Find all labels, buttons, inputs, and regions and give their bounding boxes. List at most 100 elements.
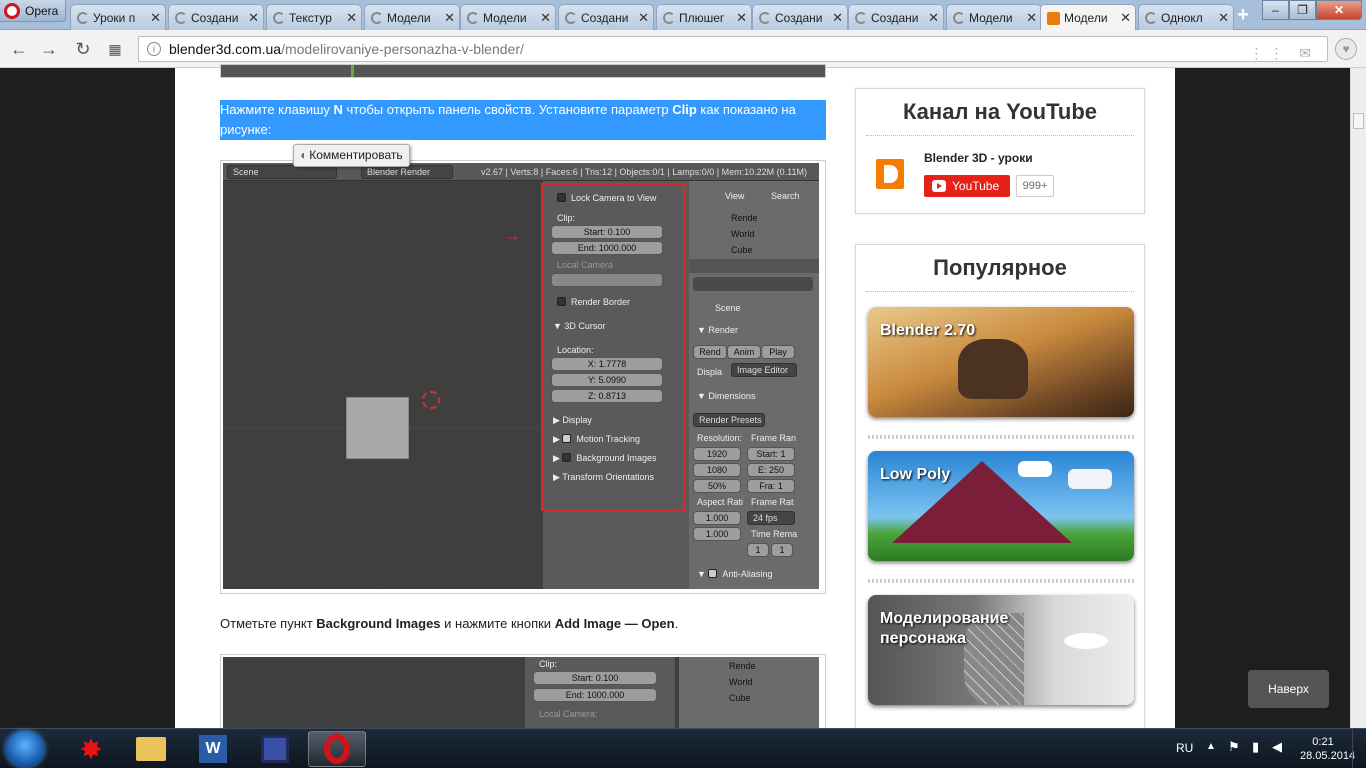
back-icon[interactable]: ← bbox=[8, 38, 30, 60]
tab-label: Модели bbox=[387, 10, 431, 25]
network-icon[interactable]: ▮ bbox=[1252, 739, 1259, 755]
3d-viewport bbox=[223, 181, 543, 589]
tab-label: Создани bbox=[871, 10, 919, 25]
y-axis-line-2 bbox=[343, 657, 344, 733]
tab-close-icon[interactable]: ✕ bbox=[346, 10, 357, 26]
para1-text-a: Нажмите клавишу bbox=[220, 102, 334, 117]
action-center-icon[interactable]: ⚑ bbox=[1228, 739, 1240, 755]
opera-menu-label: Opera bbox=[25, 3, 59, 18]
browser-tab[interactable]: Создани ✕ bbox=[558, 4, 654, 30]
youtube-subscribe-button[interactable]: YouTube bbox=[924, 175, 1010, 197]
time-remap-new: 1 bbox=[771, 543, 793, 557]
browser-tab[interactable]: Модели ✕ bbox=[1040, 4, 1136, 31]
tab-close-icon[interactable]: ✕ bbox=[832, 10, 843, 26]
maximize-button[interactable]: ❐ bbox=[1289, 0, 1316, 20]
speed-dial-icon[interactable]: ▦ bbox=[104, 38, 126, 60]
tab-close-icon[interactable]: ✕ bbox=[540, 10, 551, 26]
browser-tab[interactable]: Модели ✕ bbox=[946, 4, 1042, 30]
reload-icon[interactable]: ↻ bbox=[72, 38, 94, 60]
frame-start-field: Start: 1 bbox=[747, 447, 795, 461]
tab-label: Модели bbox=[483, 10, 527, 25]
aspect-ratio-label: Aspect Rati bbox=[697, 497, 744, 507]
popular-item-2[interactable]: Low Poly bbox=[868, 451, 1134, 561]
tab-close-icon[interactable]: ✕ bbox=[1120, 10, 1131, 26]
tab-close-icon[interactable]: ✕ bbox=[638, 10, 649, 26]
blender-favicon-icon bbox=[1047, 11, 1060, 25]
popular-widget: Популярное Blender 2.70 Low Poly Моделир… bbox=[855, 244, 1145, 734]
para1-key: N bbox=[333, 102, 343, 117]
show-desktop-button[interactable] bbox=[1352, 729, 1366, 768]
comment-icon: ◖ bbox=[299, 148, 307, 162]
taskbar-splash-app[interactable]: ✸ bbox=[62, 731, 120, 767]
tab-close-icon[interactable]: ✕ bbox=[1026, 10, 1037, 26]
browser-tab[interactable]: Плюшег ✕ bbox=[656, 4, 752, 30]
browser-tab[interactable]: Однокл ✕ bbox=[1138, 4, 1234, 30]
popular-item-3[interactable]: Моделирование персонажа bbox=[868, 595, 1134, 705]
dimensions-header: ▼ Dimensions bbox=[697, 391, 756, 401]
browser-tab[interactable]: Текстур ✕ bbox=[266, 4, 362, 30]
para2-item: Background Images bbox=[316, 616, 441, 631]
page-scrollbar[interactable] bbox=[1350, 68, 1366, 728]
taskbar-opera[interactable] bbox=[308, 731, 366, 767]
scene-context-label: Scene bbox=[715, 303, 741, 313]
tab-close-icon[interactable]: ✕ bbox=[150, 10, 161, 26]
back-to-top-button[interactable]: Наверх bbox=[1248, 670, 1329, 708]
popular-item-1[interactable]: Blender 2.70 bbox=[868, 307, 1134, 417]
language-indicator[interactable]: RU bbox=[1176, 741, 1193, 755]
channel-name[interactable]: Blender 3D - уроки bbox=[924, 151, 1033, 165]
youtube-play-icon bbox=[932, 180, 946, 192]
tab-close-icon[interactable]: ✕ bbox=[736, 10, 747, 26]
subscriber-count: 999+ bbox=[1016, 175, 1054, 197]
tooltip-label: Комментировать bbox=[309, 148, 403, 162]
resolution-x-field: 1920 bbox=[693, 447, 741, 461]
blender3d-logo-icon[interactable] bbox=[876, 159, 904, 189]
frame-end-field: E: 250 bbox=[747, 463, 795, 477]
browser-tab[interactable]: Модели ✕ bbox=[460, 4, 556, 30]
tree-cube: Cube bbox=[731, 245, 753, 255]
frame-step-field: Fra: 1 bbox=[747, 479, 795, 493]
tab-close-icon[interactable]: ✕ bbox=[248, 10, 259, 26]
browser-tab[interactable]: Модели ✕ bbox=[364, 4, 460, 30]
browser-tab[interactable]: Создани ✕ bbox=[752, 4, 848, 30]
address-toolbar: ← → ↻ ▦ i blender3d.com.ua/modelirovaniy… bbox=[0, 30, 1366, 68]
para1-param: Clip bbox=[672, 102, 697, 117]
frame-range-label: Frame Ran bbox=[751, 433, 797, 443]
taskbar-save-app[interactable] bbox=[246, 731, 304, 767]
taskbar-explorer[interactable] bbox=[122, 731, 180, 767]
tab-close-icon[interactable]: ✕ bbox=[444, 10, 455, 26]
tab-close-icon[interactable]: ✕ bbox=[928, 10, 939, 26]
window-close-button[interactable]: ✕ bbox=[1316, 0, 1362, 20]
opera-menu-button[interactable]: Opera bbox=[0, 0, 66, 22]
outliner-view-menu: View bbox=[725, 191, 745, 201]
panel-divider bbox=[689, 259, 819, 273]
url-domain: blender3d.com.ua bbox=[169, 41, 282, 57]
properties-tab-icons bbox=[693, 277, 813, 291]
volume-icon[interactable]: ◀ bbox=[1272, 739, 1282, 755]
new-tab-button[interactable]: + bbox=[1232, 5, 1254, 26]
scrollbar-thumb[interactable] bbox=[1353, 113, 1364, 129]
blender-window-2: Clip: Start: 0.100 End: 1000.000 Local C… bbox=[223, 657, 819, 733]
browser-tab[interactable]: Уроки п ✕ bbox=[70, 4, 166, 30]
screen: Opera Уроки п ✕ Создани ✕ Текстур ✕ Модели ✕ Мод… bbox=[0, 0, 1366, 768]
url-field-icons[interactable]: ⋮⋮ ✉ bbox=[1249, 41, 1317, 65]
popular-separator-2 bbox=[868, 579, 1134, 583]
web-info-icon[interactable]: i bbox=[147, 42, 161, 56]
loading-spinner-icon bbox=[953, 11, 965, 24]
opera-logo-icon bbox=[4, 2, 20, 19]
taskbar-word[interactable]: W bbox=[184, 731, 242, 767]
tree-world: World bbox=[731, 229, 755, 239]
tab-close-icon[interactable]: ✕ bbox=[1218, 10, 1229, 26]
stash-heart-icon[interactable]: ♥ bbox=[1335, 38, 1357, 60]
forward-icon[interactable]: → bbox=[38, 38, 60, 60]
tree-render-2: Rende bbox=[729, 661, 756, 671]
minimize-button[interactable]: – bbox=[1262, 0, 1289, 20]
start-button[interactable] bbox=[6, 731, 44, 767]
tray-expand-icon[interactable]: ▲ bbox=[1206, 741, 1216, 752]
browser-tab[interactable]: Создани ✕ bbox=[168, 4, 264, 30]
address-field[interactable]: i blender3d.com.ua/modelirovaniye-person… bbox=[138, 36, 1328, 62]
browser-tab[interactable]: Создани ✕ bbox=[848, 4, 944, 30]
comment-tooltip[interactable]: ◖ Комментировать bbox=[293, 144, 410, 167]
tab-label: Плюшег bbox=[679, 10, 725, 25]
system-clock[interactable]: 0:21 28.05.2014 bbox=[1300, 735, 1355, 763]
blender-screenshot-2: Clip: Start: 0.100 End: 1000.000 Local C… bbox=[220, 654, 826, 734]
